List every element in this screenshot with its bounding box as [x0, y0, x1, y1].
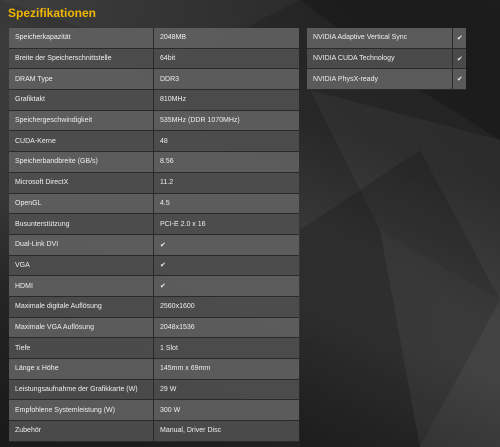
spec-value: 29 W	[154, 379, 299, 401]
spec-label: Busunterstützung	[9, 214, 154, 235]
spec-value: 48	[154, 131, 299, 153]
spec-value: ✔	[452, 28, 466, 49]
spec-row: Länge x Höhe 145mm x 69mm	[9, 359, 299, 380]
spec-label: VGA	[9, 255, 154, 277]
spec-row: VGA ✔	[9, 255, 299, 277]
spec-value: 1 Slot	[154, 338, 299, 359]
spec-value: 2560x1600	[154, 296, 299, 318]
spec-value: DDR3	[154, 69, 299, 91]
spec-label: Maximale VGA Auflösung	[9, 317, 154, 339]
spec-row: Empfohlene Systemleistung (W) 300 W	[9, 400, 299, 422]
spec-value: 4.5	[154, 193, 299, 215]
spec-row: NVIDIA PhysX-ready ✔	[307, 69, 466, 91]
spec-value: ✔	[452, 69, 466, 91]
spec-label: NVIDIA PhysX-ready	[307, 69, 453, 91]
spec-row: Breite der Speicherschnittstelle 64bit	[9, 48, 299, 70]
spec-value: PCI-E 2.0 x 16	[154, 214, 299, 235]
spec-label: Speicherkapazität	[9, 28, 154, 49]
spec-label: Grafiktakt	[9, 90, 154, 111]
spec-label: Tiefe	[9, 338, 154, 359]
spec-value: 64bit	[154, 48, 299, 70]
spec-value: 2048x1536	[154, 317, 299, 339]
spec-row: Microsoft DirectX 11.2	[9, 172, 299, 194]
spec-value: 535MHz (DDR 1070MHz)	[154, 110, 299, 132]
spec-row: CUDA-Kerne 48	[9, 131, 299, 153]
spec-value: 300 W	[154, 400, 299, 422]
spec-value: 11.2	[154, 172, 299, 194]
spec-label: NVIDIA CUDA Technology	[307, 48, 453, 70]
specs-table-left: Speicherkapazität 2048MB Breite der Speich…	[9, 28, 299, 442]
spec-label: Speichergeschwindigkeit	[9, 110, 154, 132]
spec-label: Dual-Link DVI	[9, 234, 154, 256]
spec-row: NVIDIA Adaptive Vertical Sync ✔	[307, 28, 466, 49]
spec-row: Maximale digitale Auflösung 2560x1600	[9, 296, 299, 318]
spec-row: DRAM Type DDR3	[9, 69, 299, 91]
spec-label: Speicherbandbreite (GB/s)	[9, 152, 154, 173]
spec-row: Zubehör Manual, Driver Disc	[9, 421, 299, 442]
spec-label: OpenGL	[9, 193, 154, 215]
spec-label: NVIDIA Adaptive Vertical Sync	[307, 28, 453, 49]
spec-row: Tiefe 1 Slot	[9, 338, 299, 359]
spec-label: Maximale digitale Auflösung	[9, 296, 154, 318]
spec-label: CUDA-Kerne	[9, 131, 154, 153]
spec-row: HDMI ✔	[9, 276, 299, 297]
spec-label: Leistungsaufnahme der Grafikkarte (W)	[9, 379, 154, 401]
spec-value: Manual, Driver Disc	[154, 421, 299, 442]
spec-label: HDMI	[9, 276, 154, 297]
spec-row: Maximale VGA Auflösung 2048x1536	[9, 317, 299, 339]
spec-row: Speicherbandbreite (GB/s) 8.56	[9, 152, 299, 173]
spec-value: 810MHz	[154, 90, 299, 111]
spec-label: Empfohlene Systemleistung (W)	[9, 400, 154, 422]
spec-row: Speicherkapazität 2048MB	[9, 28, 299, 49]
spec-value: ✔	[154, 255, 299, 277]
spec-label: Länge x Höhe	[9, 359, 154, 380]
spec-value: ✔	[154, 234, 299, 256]
spec-label: DRAM Type	[9, 69, 154, 91]
spec-row: Dual-Link DVI ✔	[9, 234, 299, 256]
spec-value: 8.56	[154, 152, 299, 173]
spec-value: 145mm x 69mm	[154, 359, 299, 380]
spec-row: NVIDIA CUDA Technology ✔	[307, 48, 466, 70]
spec-label: Zubehör	[9, 421, 154, 442]
spec-value: ✔	[154, 276, 299, 297]
spec-label: Microsoft DirectX	[9, 172, 154, 194]
spec-row: OpenGL 4.5	[9, 193, 299, 215]
specs-table-right: NVIDIA Adaptive Vertical Sync ✔ NVIDIA CUD…	[307, 28, 466, 91]
spec-row: Speichergeschwindigkeit 535MHz (DDR 1070M…	[9, 110, 299, 132]
page-title: Spezifikationen	[8, 6, 97, 20]
spec-row: Grafiktakt 810MHz	[9, 90, 299, 111]
spec-value: ✔	[452, 48, 466, 70]
spec-row: Busunterstützung PCI-E 2.0 x 16	[9, 214, 299, 235]
spec-label: Breite der Speicherschnittstelle	[9, 48, 154, 70]
spec-row: Leistungsaufnahme der Grafikkarte (W) 29 …	[9, 379, 299, 401]
spec-value: 2048MB	[154, 28, 299, 49]
